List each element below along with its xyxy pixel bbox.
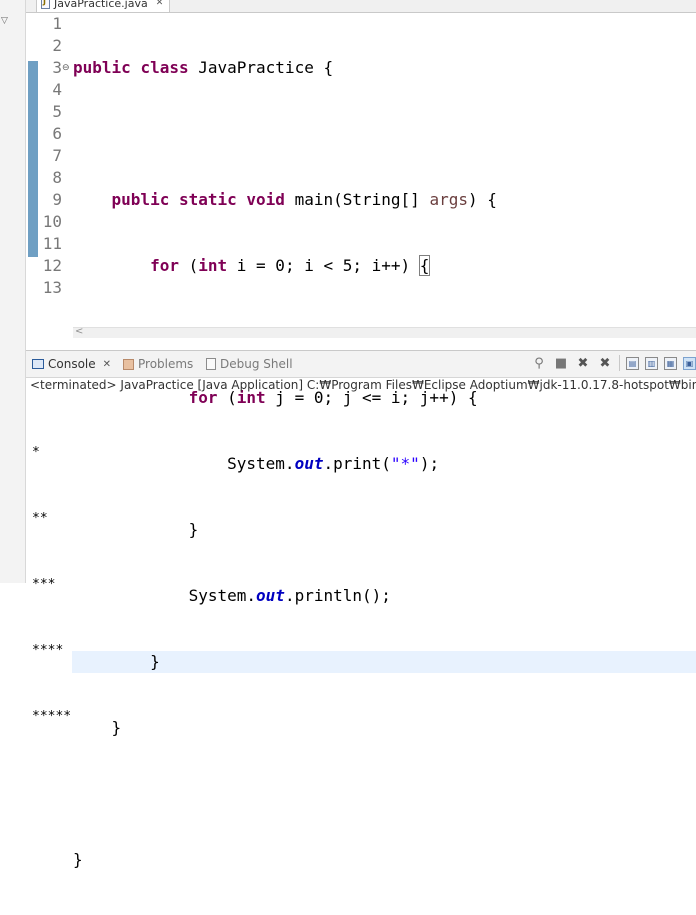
tab-label: Debug Shell: [220, 357, 293, 371]
tab-label: Problems: [138, 357, 194, 371]
console-output-line: ***: [32, 577, 56, 592]
left-side-panel: ▽: [0, 0, 26, 583]
line-number: 10: [42, 212, 62, 231]
line-number: 4: [52, 80, 62, 99]
code-text-span: }: [188, 520, 199, 539]
keyword: void: [246, 190, 285, 209]
line-number: 3: [52, 58, 62, 77]
pin-console-icon[interactable]: ⚲: [531, 355, 547, 371]
line-number: 5: [52, 102, 62, 121]
static-field: out: [294, 454, 324, 473]
code-text-span: System.: [188, 586, 257, 605]
code-text-span: }: [73, 850, 83, 869]
code-text-span: (: [178, 256, 199, 275]
parameter: args: [429, 190, 468, 209]
tab-debug-shell[interactable]: Debug Shell: [206, 355, 293, 373]
code-line-9: System.out.println();: [73, 585, 696, 607]
line-number-gutter: 1 2 3 4 5 6 7 8 9 10 11 12 13: [38, 13, 62, 299]
matching-bracket: {: [418, 255, 431, 276]
line-number: 12: [42, 256, 62, 275]
code-line-7: System.out.print("*");: [73, 453, 696, 475]
console-output-line: **: [32, 511, 48, 526]
tab-problems[interactable]: Problems: [123, 355, 193, 373]
scroll-lock-icon[interactable]: ▥: [645, 356, 658, 370]
keyword: public: [111, 190, 170, 209]
code-text-span: System.: [227, 454, 295, 473]
line-number: 1: [52, 14, 62, 33]
keyword: static: [178, 190, 237, 209]
line-number: 11: [42, 234, 62, 253]
tab-label: Console: [48, 357, 96, 371]
java-file-icon: [41, 0, 50, 9]
fold-collapse-icon[interactable]: ⊖: [62, 63, 70, 73]
line-number: 7: [52, 146, 62, 165]
remove-launch-icon[interactable]: ✖: [575, 355, 591, 371]
toolbar-separator: [619, 355, 620, 371]
code-line-10-current: }: [72, 651, 696, 673]
code-line-3: public static void main(String[] args) {: [73, 189, 696, 211]
console-output-line: *****: [32, 709, 72, 724]
code-line-13: }: [73, 849, 696, 871]
change-ruler: [28, 61, 38, 257]
code-text-span: .print(: [323, 454, 391, 473]
static-field: out: [256, 586, 285, 605]
scroll-left-icon[interactable]: <: [75, 326, 83, 337]
code-line-1: public class JavaPractice {: [73, 57, 696, 79]
editor-tab-bar: JavaPractice.java ✕: [26, 0, 696, 13]
code-text-span: main(String[]: [284, 190, 430, 209]
console-icon: [32, 359, 44, 369]
code-text[interactable]: public class JavaPractice { public stati…: [72, 13, 696, 915]
collapse-arrow-icon[interactable]: ▽: [1, 16, 8, 26]
code-text-span: ) {: [467, 190, 497, 209]
code-text-span: i = 0; i < 5; i++): [227, 256, 420, 275]
editor-tab-javapractice[interactable]: JavaPractice.java ✕: [36, 0, 171, 12]
code-editor[interactable]: ⊖ 1 2 3 4 5 6 7 8 9 10 11 12 13 public c…: [26, 13, 696, 869]
keyword: class: [140, 58, 189, 77]
code-text-span: .println();: [284, 586, 391, 605]
keyword: for: [150, 256, 179, 275]
code-text-span: }: [150, 652, 160, 671]
console-output-line: ****: [32, 643, 64, 658]
editor-tab-label: JavaPractice.java: [54, 0, 148, 10]
string-literal: "*": [390, 454, 420, 473]
line-number: 13: [42, 278, 62, 297]
problems-icon: [123, 358, 134, 370]
horizontal-scrollbar[interactable]: <: [73, 326, 696, 338]
console-toolbar: ⚲ ■ ✖ ✖ ▤ ▥ ▦ ▣: [531, 355, 696, 371]
line-number: 9: [52, 190, 62, 209]
debug-shell-icon: [206, 358, 216, 370]
console-output-line: *: [32, 445, 40, 460]
terminated-status-line: <terminated> JavaPractice [Java Applicat…: [30, 378, 696, 392]
keyword: int: [198, 256, 228, 275]
code-line-11: }: [73, 717, 696, 739]
tab-console[interactable]: Console ✕: [32, 355, 111, 373]
clear-console-icon[interactable]: ▤: [626, 356, 639, 370]
code-text-span: JavaPractice {: [188, 58, 334, 77]
close-icon[interactable]: ✕: [156, 0, 164, 8]
code-text-span: }: [111, 718, 122, 737]
terminate-icon[interactable]: ■: [553, 355, 569, 371]
code-text-span: );: [419, 454, 440, 473]
console-output[interactable]: * ** *** **** *****: [32, 398, 71, 750]
code-line-4: for (int i = 0; i < 5; i++) {: [73, 255, 696, 277]
remove-all-terminated-icon[interactable]: ✖: [597, 355, 613, 371]
display-console-icon[interactable]: ▣: [683, 356, 696, 370]
code-line-8: }: [73, 519, 696, 541]
word-wrap-icon[interactable]: ▦: [664, 356, 677, 370]
keyword: public: [73, 58, 131, 77]
close-icon[interactable]: ✕: [103, 359, 111, 370]
console-view-tab-bar: Console ✕ Problems Debug Shell ⚲ ■ ✖ ✖ ▤…: [26, 350, 696, 378]
line-number: 6: [52, 124, 62, 143]
line-number: 2: [52, 36, 62, 55]
line-number: 8: [52, 168, 62, 187]
